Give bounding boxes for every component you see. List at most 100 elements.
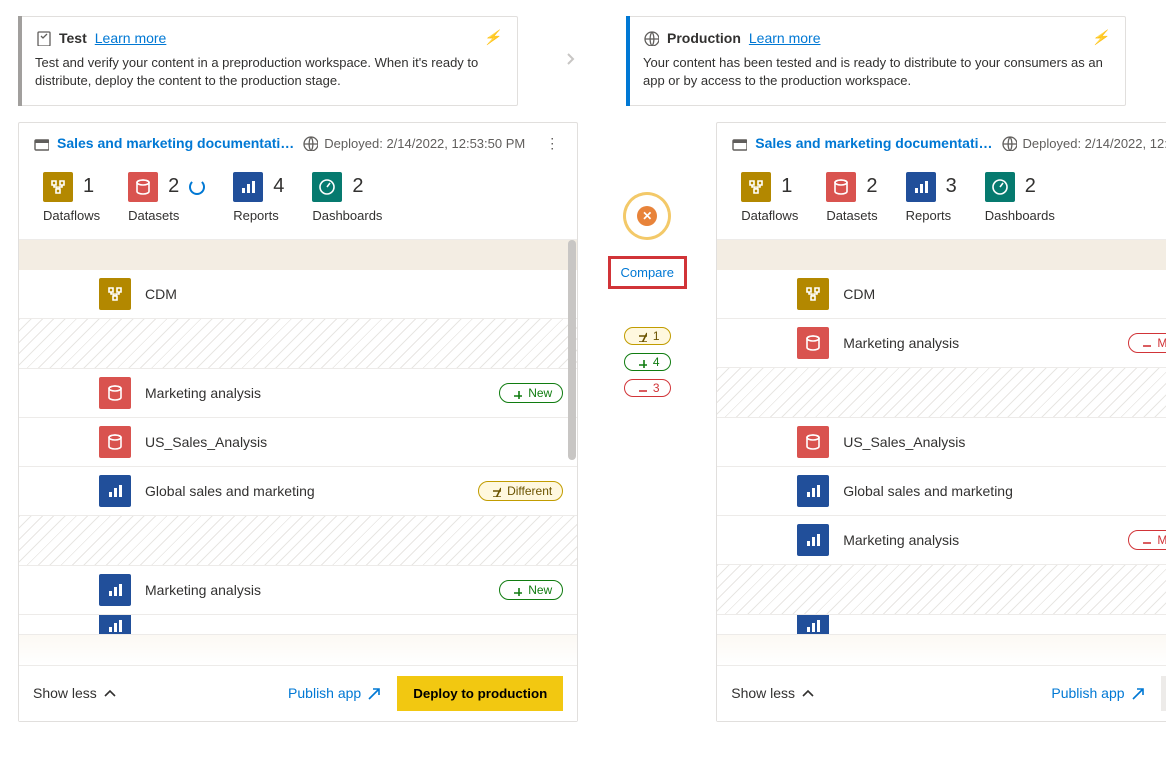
content-list[interactable]: CDM Marketing analysis New US_Sales_Analysi… [19, 240, 577, 665]
item-name: CDM [843, 286, 1166, 302]
item-name: US_Sales_Analysis [145, 434, 549, 450]
item-name: Global sales and marketing [145, 483, 464, 499]
status-badge: Missing from Test [1128, 333, 1166, 353]
summary-count: 2 [866, 175, 877, 198]
item-name: Marketing analysis [145, 582, 485, 598]
deployed-timestamp: Deployed: 2/14/2022, 12:53:37 PM [1001, 135, 1166, 151]
summary-report[interactable]: 3 Reports [906, 172, 957, 223]
dataset-icon [797, 327, 829, 359]
stage-card-test: Test Learn more ⚡ Test and verify your c… [18, 16, 518, 106]
arrow-ne-icon [1129, 685, 1145, 701]
list-item[interactable]: CDM [717, 270, 1166, 319]
summary-count: 3 [946, 175, 957, 198]
update-app-button: Update app [1161, 676, 1166, 711]
deploy-to-production-button[interactable]: Deploy to production [397, 676, 563, 711]
list-item[interactable]: Marketing analysisMissing from Test [717, 516, 1166, 565]
placeholder-row [717, 368, 1166, 418]
summary-row: 1 Dataflows 2Datasets 4 Reports 2 Dashboards [19, 164, 577, 240]
summary-dataflow[interactable]: 1 Dataflows [43, 172, 100, 223]
status-badge: New [499, 580, 563, 600]
list-item[interactable]: Global sales and marketing Different [19, 467, 577, 516]
publish-app-link[interactable]: Publish app [288, 685, 381, 701]
list-item[interactable] [717, 615, 1166, 635]
content-list[interactable]: CDM Marketing analysis Missing from Test US… [717, 240, 1166, 665]
item-name: Global sales and marketing [843, 483, 1162, 499]
workspace-link[interactable]: Sales and marketing documentati… [57, 135, 294, 151]
dataset-icon [99, 377, 131, 409]
compare-removed-pill: 3 [624, 379, 671, 397]
more-options-button[interactable]: ⋮ [541, 135, 563, 152]
item-name: CDM [145, 286, 549, 302]
list-item[interactable]: Marketing analysisNew [19, 369, 577, 418]
item-name: Marketing analysis [843, 335, 1114, 351]
show-less-toggle[interactable]: Show less [731, 685, 815, 701]
summary-label: Reports [906, 208, 952, 223]
list-item[interactable]: US_Sales_Analysis [19, 418, 577, 467]
placeholder-row [19, 319, 577, 369]
chevron-up-icon [101, 685, 117, 701]
status-badge: Missing from Test [1128, 530, 1166, 550]
compare-button[interactable]: Compare [608, 256, 687, 289]
lightning-icon[interactable]: ⚡ [484, 29, 501, 46]
stage-description: Your content has been tested and is read… [643, 54, 1109, 90]
stage-description: Test and verify your content in a prepro… [35, 54, 501, 90]
status-badge: Different [478, 481, 563, 501]
summary-dashboard[interactable]: 2 Dashboards [312, 172, 382, 223]
summary-count: 2 [352, 175, 363, 198]
workspace-link[interactable]: Sales and marketing documentati… [755, 135, 992, 151]
list-item[interactable]: US_Sales_Analysis [717, 418, 1166, 467]
stage-title: Production [667, 30, 741, 46]
summary-report[interactable]: 4 Reports [233, 172, 284, 223]
summary-count: 4 [273, 175, 284, 198]
report-icon [99, 574, 131, 606]
chevron-up-icon [799, 685, 815, 701]
list-item[interactable]: Marketing analysis Missing from Test [717, 319, 1166, 368]
content-board-row: Sales and marketing documentati… Deployed… [0, 106, 1166, 740]
dataflow-icon [43, 172, 73, 202]
summary-label: Dataflows [43, 208, 100, 223]
dataset-icon [128, 172, 158, 202]
arrow-ne-icon [365, 685, 381, 701]
lightning-icon[interactable]: ⚡ [1092, 29, 1109, 46]
stage-title: Test [59, 30, 87, 46]
summary-dataset[interactable]: 2Datasets [826, 172, 877, 223]
panel-production: Sales and marketing documentati… Deployed… [716, 122, 1166, 722]
summary-row: 1Dataflows 2Datasets 3 Reports 2 Dashboards [717, 164, 1166, 240]
summary-label: Reports [233, 208, 279, 223]
list-item[interactable]: Global sales and marketingDifferent [717, 467, 1166, 516]
summary-dataset[interactable]: 2Datasets [128, 172, 205, 223]
test-icon [35, 29, 51, 46]
summary-label: Dashboards [985, 208, 1055, 223]
summary-label: Dashboards [312, 208, 382, 223]
summary-label: Datasets [128, 208, 179, 223]
scrollbar-thumb[interactable] [568, 240, 576, 460]
summary-count: 2 [1025, 175, 1036, 198]
learn-more-link[interactable]: Learn more [749, 30, 821, 46]
report-icon [906, 172, 936, 202]
stage-card-production: Production Learn more ⚡ Your content has… [626, 16, 1126, 106]
globe-icon [643, 29, 659, 46]
item-name: US_Sales_Analysis [843, 434, 1166, 450]
publish-app-link[interactable]: Publish app [1051, 685, 1144, 701]
summary-label: Dataflows [741, 208, 798, 223]
stage-chevron-icon [532, 16, 612, 106]
placeholder-row [717, 565, 1166, 615]
summary-dashboard[interactable]: 2 Dashboards [985, 172, 1055, 223]
deployed-timestamp: Deployed: 2/14/2022, 12:53:50 PM [302, 135, 525, 151]
dataflow-icon [741, 172, 771, 202]
report-icon [99, 475, 131, 507]
list-item[interactable]: Marketing analysis New [19, 566, 577, 615]
list-item[interactable] [19, 615, 577, 635]
summary-count: 1 [83, 175, 94, 198]
dashboard-icon [312, 172, 342, 202]
learn-more-link[interactable]: Learn more [95, 30, 167, 46]
compare-different-pill: 1 [624, 327, 671, 345]
dataset-icon [826, 172, 856, 202]
report-icon [797, 475, 829, 507]
list-item[interactable]: CDM [19, 270, 577, 319]
show-less-toggle[interactable]: Show less [33, 685, 117, 701]
status-badge: New [499, 383, 563, 403]
report-icon [797, 615, 829, 635]
summary-dataflow[interactable]: 1Dataflows [741, 172, 798, 223]
placeholder-row [19, 516, 577, 566]
